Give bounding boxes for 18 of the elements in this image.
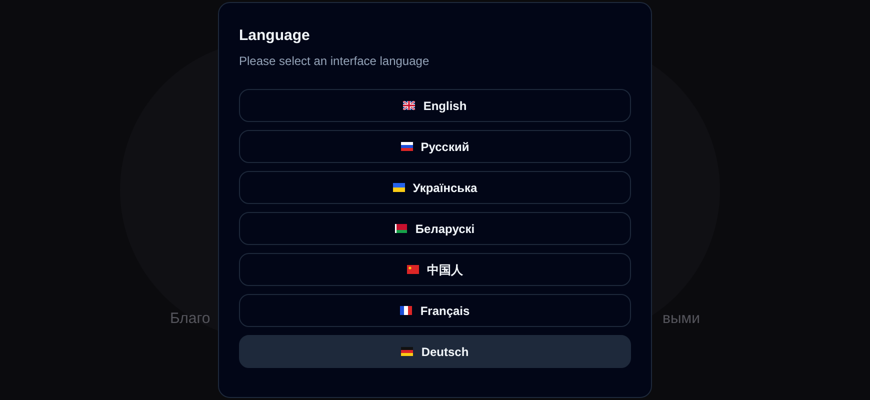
dialog-subtitle: Please select an interface language [239,53,430,69]
background-text: выми [662,309,700,329]
language-option[interactable]: Deutsch [239,335,631,368]
language-option[interactable]: Français [239,294,631,327]
china-flag-icon [407,265,419,274]
france-flag-icon [400,306,412,315]
belarus-flag-icon [395,224,408,233]
language-option[interactable]: English [239,89,631,122]
dialog-title: Language [239,26,311,46]
language-option[interactable]: 中国人 [239,253,631,286]
language-option[interactable]: Беларускі [239,212,631,245]
germany-flag-icon [401,347,414,356]
ukraine-flag-icon [392,183,405,192]
language-option[interactable]: Українська [239,171,631,204]
russia-flag-icon [400,142,413,151]
background-text: Благо [170,309,210,329]
language-option[interactable]: Русский [239,130,631,163]
uk-flag-icon [403,101,416,110]
